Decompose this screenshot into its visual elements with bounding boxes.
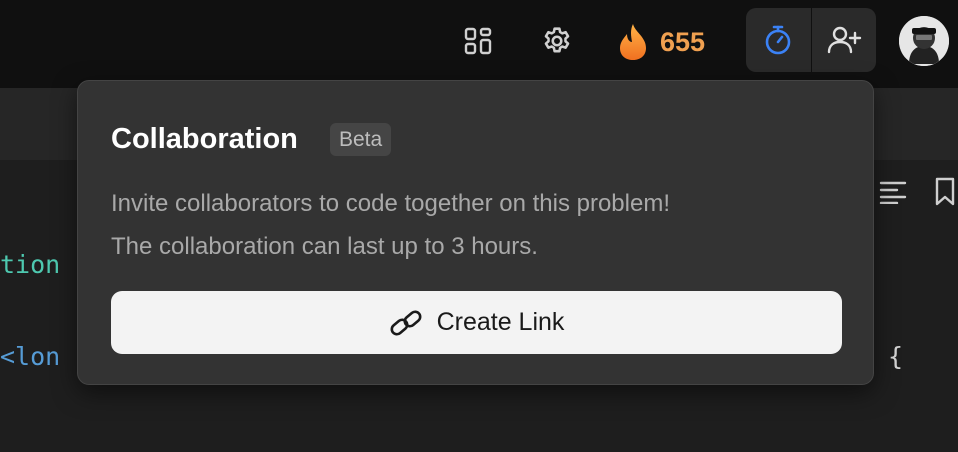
create-link-label: Create Link xyxy=(436,308,565,336)
collaboration-popover: Collaboration Beta Invite collaborators … xyxy=(77,80,874,385)
streak-counter[interactable]: 655 xyxy=(616,22,705,62)
link-icon xyxy=(390,309,422,336)
bookmark-icon[interactable] xyxy=(934,177,958,207)
popover-title: Collaboration xyxy=(111,123,298,155)
description-line: Invite collaborators to code together on… xyxy=(111,190,670,217)
timer-collab-group xyxy=(746,8,876,72)
layout-grid-icon[interactable] xyxy=(461,24,495,58)
streak-count: 655 xyxy=(660,26,706,57)
create-link-button[interactable]: Create Link xyxy=(111,291,842,354)
avatar[interactable] xyxy=(899,16,949,66)
beta-badge: Beta xyxy=(330,123,392,156)
format-icon[interactable] xyxy=(878,178,908,206)
timer-button[interactable] xyxy=(746,8,811,72)
code-fragment: <lon xyxy=(0,342,61,371)
fire-icon xyxy=(620,24,646,60)
code-fragment: tion xyxy=(0,250,61,279)
stopwatch-icon xyxy=(765,25,791,55)
gear-icon[interactable] xyxy=(539,23,575,59)
add-user-icon xyxy=(827,26,861,54)
code-brace: { xyxy=(888,342,904,371)
top-navbar: 655 xyxy=(0,0,958,88)
description-line: The collaboration can last up to 3 hours… xyxy=(111,233,538,260)
popover-description: Invite collaborators to code together on… xyxy=(111,182,831,268)
add-collaborator-button[interactable] xyxy=(812,8,877,72)
